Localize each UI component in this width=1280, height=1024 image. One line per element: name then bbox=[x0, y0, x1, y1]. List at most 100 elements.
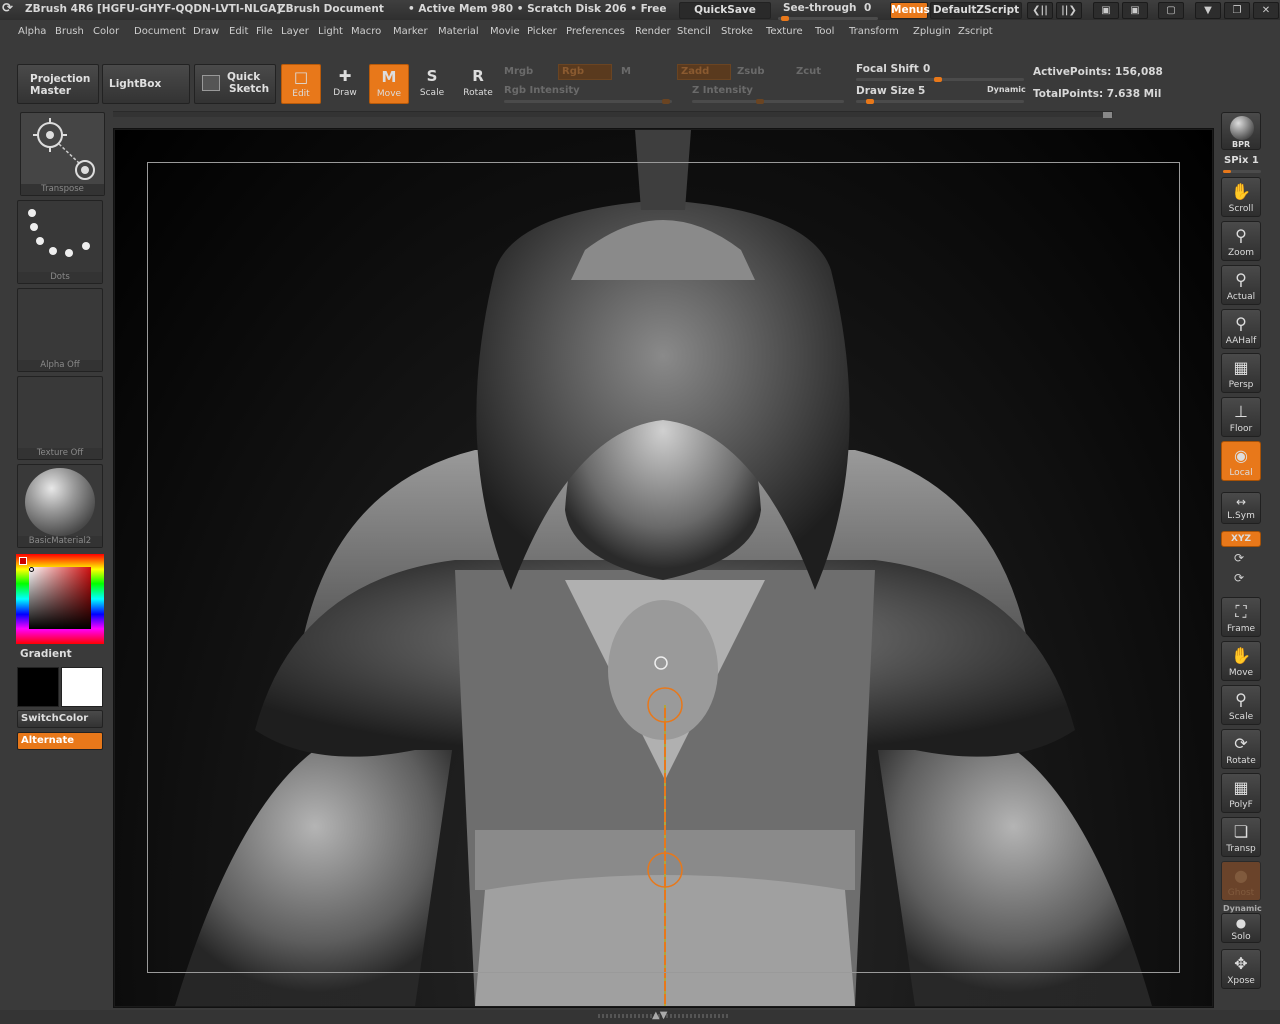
ghost-button[interactable]: ● Ghost bbox=[1221, 861, 1261, 901]
secondary-color-swatch[interactable] bbox=[61, 667, 103, 707]
menu-zscript[interactable]: Zscript bbox=[958, 26, 993, 37]
menu-stencil[interactable]: Stencil bbox=[677, 26, 711, 37]
menus-button[interactable]: Menus bbox=[890, 2, 930, 19]
menu-marker[interactable]: Marker bbox=[393, 26, 428, 37]
menu-texture[interactable]: Texture bbox=[766, 26, 803, 37]
aahalf-magnifier-icon: ⚲ bbox=[1235, 314, 1247, 333]
draw-size-slider[interactable] bbox=[856, 99, 1024, 104]
quick-sketch-button[interactable]: Quick Sketch bbox=[194, 64, 276, 104]
draw-mode-button[interactable]: ✚ Draw bbox=[325, 64, 365, 104]
menu-light[interactable]: Light bbox=[318, 26, 343, 37]
m-button[interactable]: M bbox=[621, 66, 631, 77]
texture-slot[interactable]: Texture Off bbox=[17, 376, 103, 460]
edit-mode-button[interactable]: □ Edit bbox=[281, 64, 321, 104]
rgb-button[interactable]: Rgb bbox=[558, 64, 612, 80]
menu-document[interactable]: Document bbox=[134, 26, 186, 37]
transp-button[interactable]: ❏ Transp bbox=[1221, 817, 1261, 857]
dock-right-icon[interactable]: ▣ bbox=[1122, 2, 1148, 19]
menu-layer[interactable]: Layer bbox=[281, 26, 309, 37]
zadd-button[interactable]: Zadd bbox=[677, 64, 731, 80]
draw-icon: ✚ bbox=[338, 67, 352, 85]
alternate-button[interactable]: Alternate bbox=[17, 732, 103, 750]
polyf-button[interactable]: ▦ PolyF bbox=[1221, 773, 1261, 813]
dynamic-toggle[interactable]: Dynamic bbox=[987, 85, 1026, 94]
shelf-scroll-strip[interactable] bbox=[113, 111, 1113, 118]
lock-icon[interactable]: ▢ bbox=[1158, 2, 1184, 19]
rotate-z-icon[interactable]: ⟳ bbox=[1234, 571, 1244, 585]
zoom-button[interactable]: ⚲ Zoom bbox=[1221, 221, 1261, 261]
transpose-caption: Transpose bbox=[21, 184, 104, 195]
menu-preferences[interactable]: Preferences bbox=[566, 26, 625, 37]
layout-next-icon[interactable]: ||❯ bbox=[1056, 2, 1082, 19]
menu-brush[interactable]: Brush bbox=[55, 26, 84, 37]
shelf-scroll-handle[interactable] bbox=[1103, 112, 1112, 118]
menu-zplugin[interactable]: Zplugin bbox=[913, 26, 951, 37]
material-slot[interactable]: BasicMaterial2 bbox=[17, 464, 103, 548]
rotate-mode-button[interactable]: R Rotate bbox=[458, 64, 498, 104]
default-zscript-button[interactable]: DefaultZScript bbox=[930, 2, 1022, 19]
focal-shift-slider[interactable] bbox=[856, 77, 1024, 82]
menu-edit[interactable]: Edit bbox=[229, 26, 248, 37]
stroke-dots-slot[interactable]: Dots bbox=[17, 200, 103, 284]
projection-master-button[interactable]: Projection Master bbox=[17, 64, 99, 104]
maximize-icon[interactable]: ❐ bbox=[1224, 2, 1250, 19]
switchcolor-button[interactable]: SwitchColor bbox=[17, 710, 103, 728]
close-icon[interactable]: ✕ bbox=[1253, 2, 1279, 19]
dock-left-icon[interactable]: ▣ bbox=[1093, 2, 1119, 19]
frame-button[interactable]: ⛶ Frame bbox=[1221, 597, 1261, 637]
floor-icon: ⊥ bbox=[1234, 402, 1248, 421]
xpose-button[interactable]: ✥ Xpose bbox=[1221, 949, 1261, 989]
bpr-button[interactable]: BPR bbox=[1221, 112, 1261, 150]
menu-render[interactable]: Render bbox=[635, 26, 671, 37]
move-mode-button[interactable]: M Move bbox=[369, 64, 409, 104]
local-button[interactable]: ◉ Local bbox=[1221, 441, 1261, 481]
document-viewport[interactable] bbox=[115, 130, 1212, 1006]
actual-button[interactable]: ⚲ Actual bbox=[1221, 265, 1261, 305]
menu-picker[interactable]: Picker bbox=[527, 26, 557, 37]
menu-draw[interactable]: Draw bbox=[193, 26, 219, 37]
actual-magnifier-icon: ⚲ bbox=[1235, 270, 1247, 289]
move-view-button[interactable]: ✋ Move bbox=[1221, 641, 1261, 681]
rotate-y-icon[interactable]: ⟳ bbox=[1234, 551, 1244, 565]
menu-material[interactable]: Material bbox=[438, 26, 479, 37]
bottom-tray-handle[interactable]: ▲▼ bbox=[0, 1010, 1280, 1024]
scale-view-button[interactable]: ⚲ Scale bbox=[1221, 685, 1261, 725]
main-color-swatch[interactable] bbox=[17, 667, 59, 707]
zcut-button[interactable]: Zcut bbox=[796, 66, 821, 77]
menu-movie[interactable]: Movie bbox=[490, 26, 520, 37]
floor-button[interactable]: ⊥ Floor bbox=[1221, 397, 1261, 437]
menu-file[interactable]: File bbox=[256, 26, 273, 37]
zsub-button[interactable]: Zsub bbox=[737, 66, 764, 77]
color-picker[interactable] bbox=[16, 554, 104, 644]
minimize-icon[interactable]: ▼ bbox=[1195, 2, 1221, 19]
color-marker-icon bbox=[29, 567, 34, 572]
layout-prev-icon[interactable]: ❮|| bbox=[1027, 2, 1053, 19]
gradient-label[interactable]: Gradient bbox=[20, 648, 72, 660]
menu-macro[interactable]: Macro bbox=[351, 26, 381, 37]
see-through-slider[interactable]: See-through 0 bbox=[774, 2, 884, 21]
persp-button[interactable]: ▦ Persp bbox=[1221, 353, 1261, 393]
menu-color[interactable]: Color bbox=[93, 26, 119, 37]
transpose-brush-slot[interactable]: Transpose bbox=[20, 112, 105, 196]
spix-slider[interactable] bbox=[1223, 170, 1261, 173]
z-intensity-slider[interactable] bbox=[692, 99, 844, 104]
mrgb-button[interactable]: Mrgb bbox=[504, 66, 533, 77]
rotate-view-button[interactable]: ⟳ Rotate bbox=[1221, 729, 1261, 769]
scale-mode-button[interactable]: S Scale bbox=[412, 64, 452, 104]
ghost-icon: ● bbox=[1234, 866, 1248, 885]
menu-stroke[interactable]: Stroke bbox=[721, 26, 753, 37]
alpha-slot[interactable]: Alpha Off bbox=[17, 288, 103, 372]
quicksave-button[interactable]: QuickSave bbox=[679, 2, 771, 19]
menu-transform[interactable]: Transform bbox=[849, 26, 899, 37]
menu-tool[interactable]: Tool bbox=[815, 26, 834, 37]
xyz-button[interactable]: XYZ bbox=[1221, 531, 1261, 547]
saturation-square[interactable] bbox=[29, 567, 91, 629]
aahalf-button[interactable]: ⚲ AAHalf bbox=[1221, 309, 1261, 349]
menu-alpha[interactable]: Alpha bbox=[18, 26, 46, 37]
tray-expand-icon[interactable]: ▲▼ bbox=[652, 1010, 667, 1021]
lsym-button[interactable]: ↔ L.Sym bbox=[1221, 492, 1261, 524]
solo-button[interactable]: ● Solo bbox=[1221, 913, 1261, 943]
rgb-intensity-slider[interactable] bbox=[504, 99, 672, 104]
scroll-button[interactable]: ✋ Scroll bbox=[1221, 177, 1261, 217]
lightbox-button[interactable]: LightBox bbox=[102, 64, 190, 104]
